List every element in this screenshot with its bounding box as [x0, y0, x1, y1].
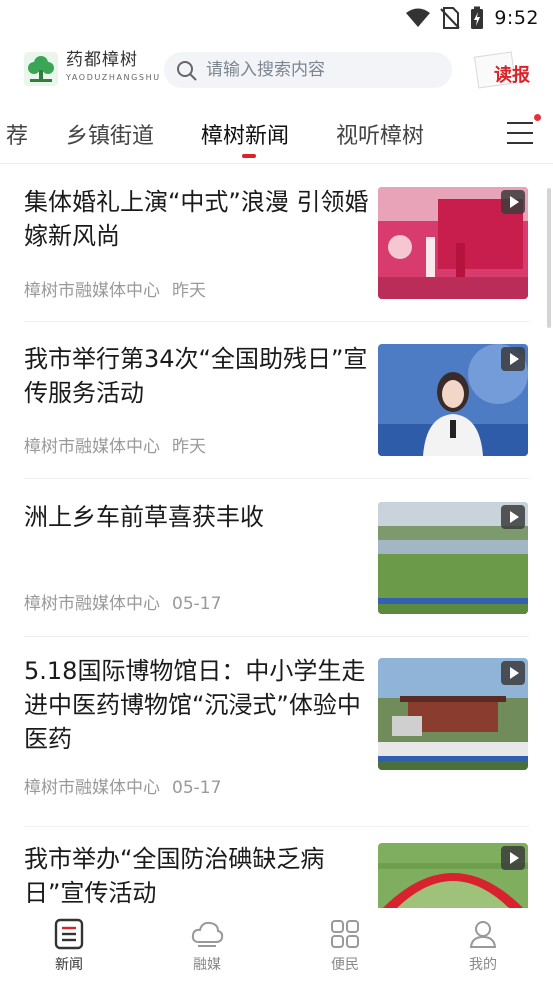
news-thumbnail[interactable]: [378, 344, 528, 456]
tab-audio-video[interactable]: 视听樟树: [336, 118, 424, 150]
brand-name: 药都樟树: [66, 50, 138, 70]
news-title[interactable]: 集体婚礼上演“中式”浪漫 引领婚嫁新风尚: [24, 185, 370, 253]
nav-media[interactable]: 融媒: [172, 918, 242, 974]
news-time: 昨天: [172, 281, 206, 301]
news-item[interactable]: 我市举行第34次“全国助残日”宣传服务活动 樟树市融媒体中心 昨天: [0, 322, 553, 479]
bottom-navigation: 新闻 融媒 便民 我的: [0, 908, 553, 983]
search-input[interactable]: [206, 52, 442, 88]
nav-profile[interactable]: 我的: [448, 918, 518, 974]
news-title[interactable]: 我市举办“全国防治碘缺乏病日”宣传活动: [24, 842, 370, 908]
news-item[interactable]: 我市举办“全国防治碘缺乏病日”宣传活动: [0, 827, 553, 908]
news-time: 昨天: [172, 437, 206, 457]
news-time: 05-17: [172, 778, 222, 798]
tab-towns[interactable]: 乡镇街道: [66, 118, 154, 150]
search-icon: [177, 61, 197, 81]
news-meta: 樟树市融媒体中心 昨天: [24, 276, 206, 301]
news-thumbnail[interactable]: [378, 502, 528, 614]
channel-tabs: 荐 乡镇街道 樟树新闻 视听樟树: [0, 104, 553, 164]
news-thumbnail[interactable]: [378, 658, 528, 770]
tab-recommend[interactable]: 荐: [6, 118, 28, 150]
read-label: 读报: [494, 65, 530, 86]
nav-label: 融媒: [193, 957, 221, 973]
video-play-icon: [501, 347, 525, 371]
tab-zhangshu-news[interactable]: 樟树新闻: [201, 118, 289, 150]
news-title[interactable]: 5.18国际博物馆日：中小学生走进中医药博物馆“沉浸式”体验中医药: [24, 654, 370, 756]
news-item[interactable]: 集体婚礼上演“中式”浪漫 引领婚嫁新风尚 樟树市融媒体中心 昨天: [0, 166, 553, 322]
news-source: 樟树市融媒体中心: [24, 437, 160, 457]
news-item[interactable]: 5.18国际博物馆日：中小学生走进中医药博物馆“沉浸式”体验中医药 樟树市融媒体…: [0, 637, 553, 827]
nav-services[interactable]: 便民: [310, 918, 380, 974]
battery-charging-icon: [471, 6, 484, 29]
news-title[interactable]: 我市举行第34次“全国助残日”宣传服务活动: [24, 342, 370, 410]
no-sim-icon: [440, 7, 461, 29]
scrollbar[interactable]: [547, 188, 551, 328]
status-bar: 9:52: [0, 0, 553, 38]
cloud-icon: [191, 921, 224, 947]
video-play-icon: [501, 505, 525, 529]
brand-pinyin: YAODUZHANGSHU: [66, 73, 161, 82]
news-meta: 樟树市融媒体中心 05-17: [24, 773, 221, 798]
news-time: 05-17: [172, 594, 222, 614]
wifi-icon: [406, 8, 431, 27]
nav-label: 新闻: [55, 957, 83, 973]
brand: 药都樟树 YAODUZHANGSHU: [66, 50, 161, 83]
nav-news[interactable]: 新闻: [34, 918, 104, 974]
news-source: 樟树市融媒体中心: [24, 594, 160, 614]
news-icon: [54, 918, 84, 950]
notification-dot: [534, 114, 541, 121]
search-bar[interactable]: [164, 52, 452, 88]
channel-menu-button[interactable]: [507, 114, 541, 144]
news-item[interactable]: 洲上乡车前草喜获丰收 樟树市融媒体中心 05-17: [0, 479, 553, 637]
news-thumbnail[interactable]: [378, 843, 528, 908]
app-logo[interactable]: [24, 52, 58, 86]
news-title[interactable]: 洲上乡车前草喜获丰收: [24, 500, 370, 534]
read-newspaper-button[interactable]: 读报: [473, 51, 538, 92]
status-time: 9:52: [494, 7, 539, 29]
user-icon: [469, 921, 497, 948]
news-source: 樟树市融媒体中心: [24, 778, 160, 798]
nav-label: 便民: [331, 957, 359, 973]
app-header: 药都樟树 YAODUZHANGSHU 读报: [0, 40, 553, 98]
video-play-icon: [501, 846, 525, 870]
active-tab-indicator: [242, 154, 256, 158]
news-meta: 樟树市融媒体中心 昨天: [24, 432, 206, 457]
nav-label: 我的: [469, 957, 497, 973]
video-play-icon: [501, 190, 525, 214]
grid-icon: [331, 920, 359, 948]
news-feed[interactable]: 集体婚礼上演“中式”浪漫 引领婚嫁新风尚 樟树市融媒体中心 昨天 我市举行第34次…: [0, 166, 553, 908]
news-source: 樟树市融媒体中心: [24, 281, 160, 301]
video-play-icon: [501, 661, 525, 685]
news-thumbnail[interactable]: [378, 187, 528, 299]
news-meta: 樟树市融媒体中心 05-17: [24, 589, 221, 614]
